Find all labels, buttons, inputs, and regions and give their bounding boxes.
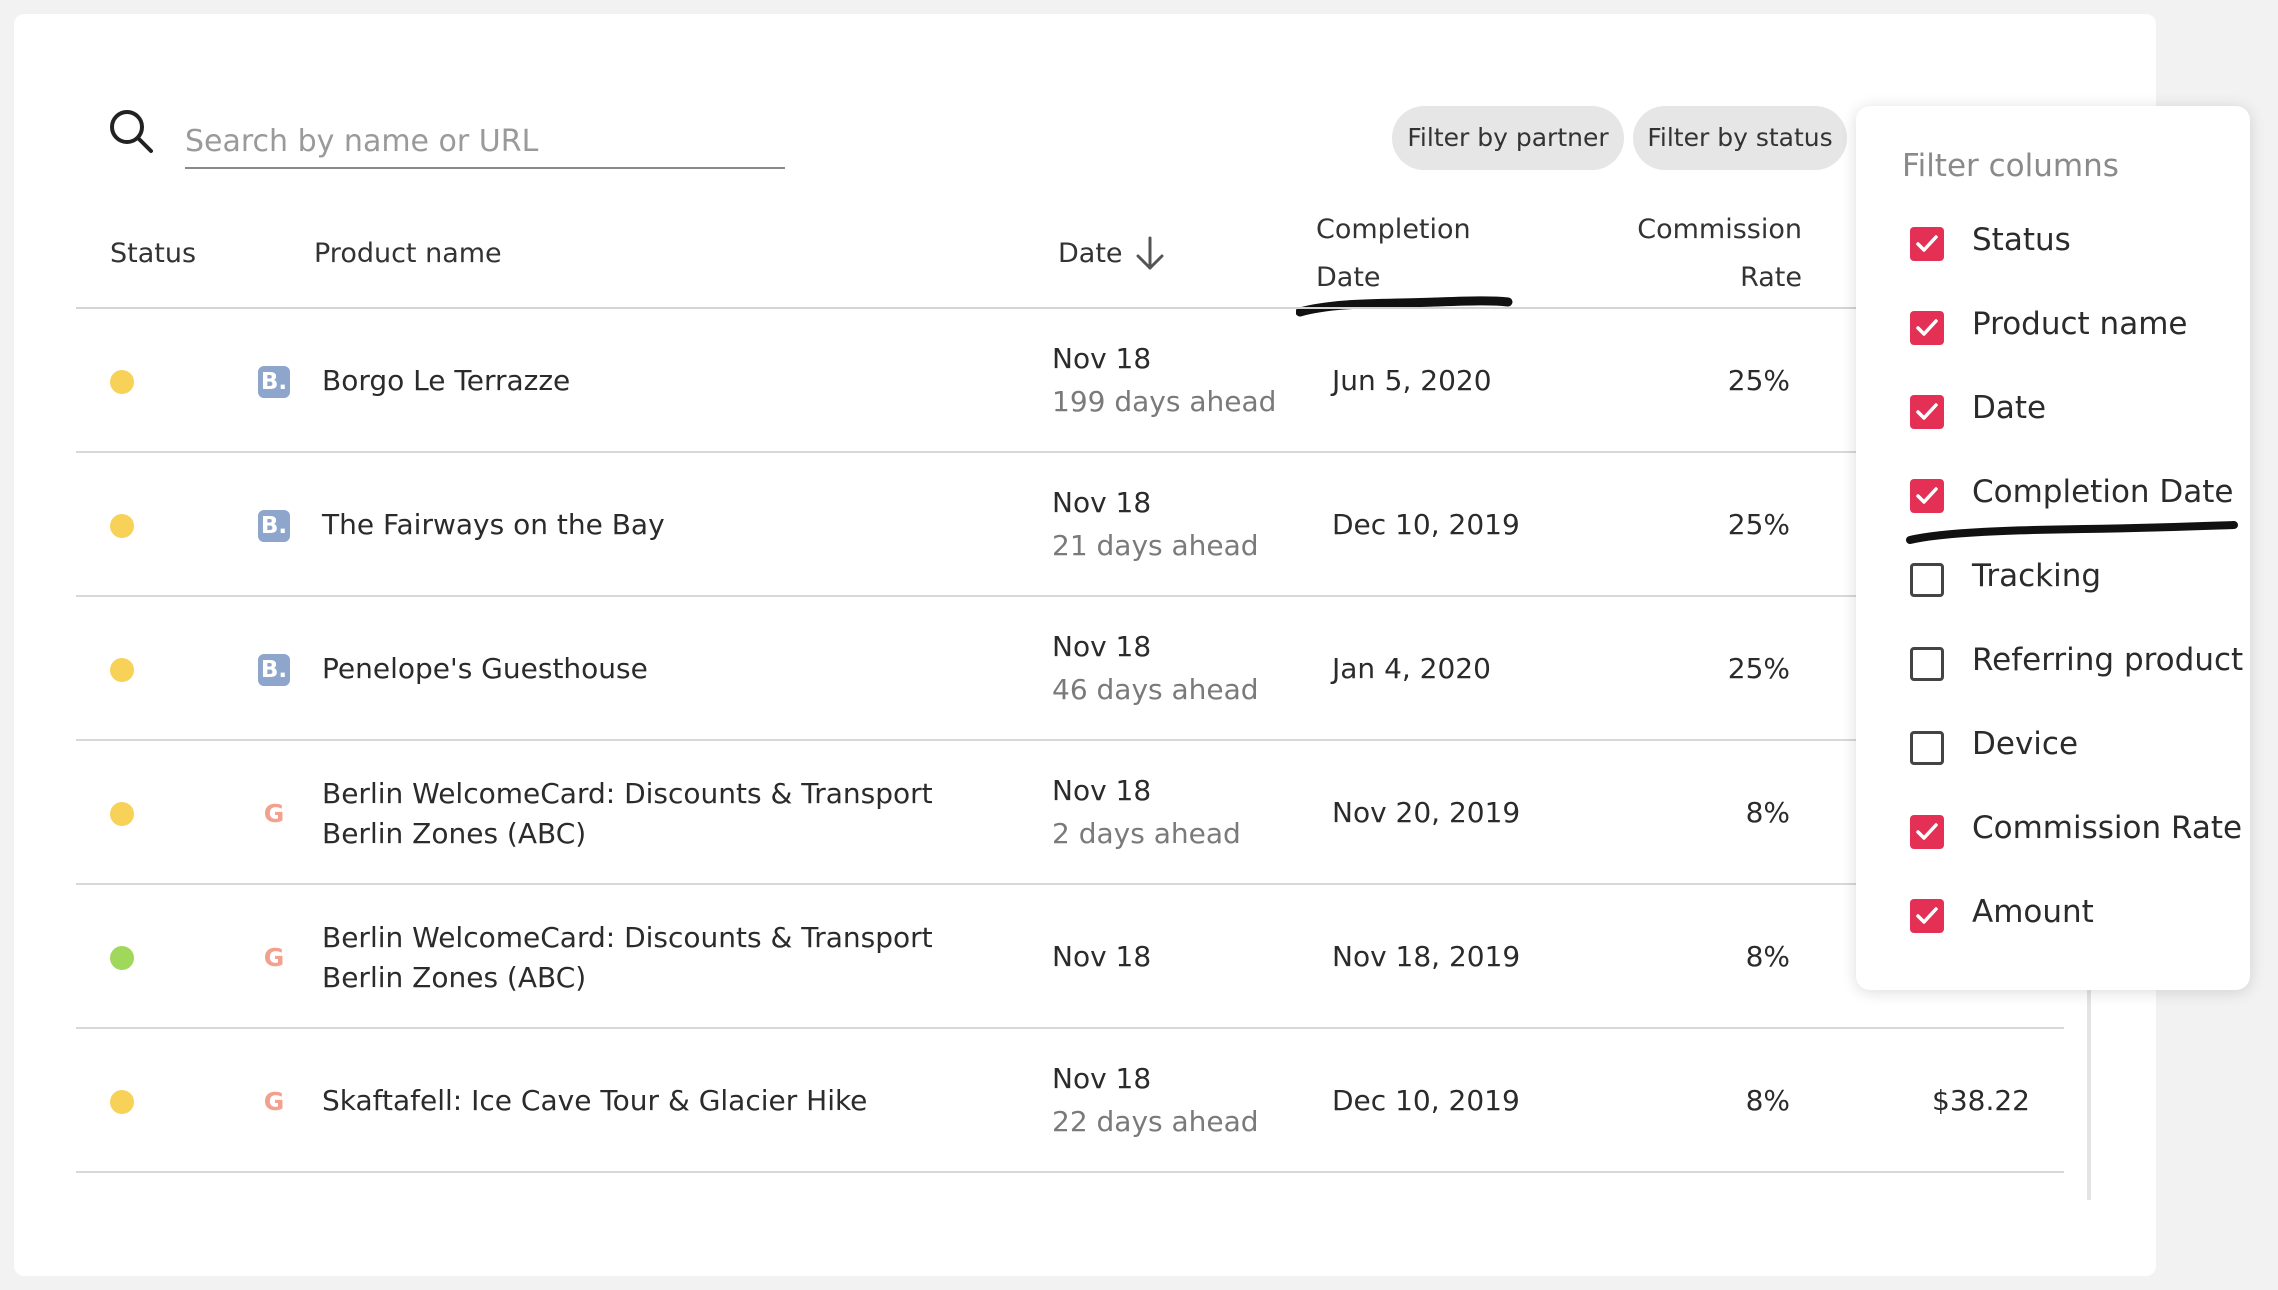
checkbox[interactable] <box>1910 395 1944 429</box>
header-divider <box>76 307 1856 309</box>
row-date: Nov 18 <box>1052 486 1152 519</box>
getyourguide-g-icon: G <box>263 799 285 828</box>
row-date: Nov 18 <box>1052 1062 1152 1095</box>
days-ahead: 22 days ahead <box>1052 1105 1259 1138</box>
product-name[interactable]: Berlin WelcomeCard: Discounts & Transpor… <box>322 774 1002 854</box>
status-dot <box>110 1090 134 1114</box>
annotation-underline-stroke <box>1296 296 1513 317</box>
filter-columns-title: Filter columns <box>1902 148 2119 184</box>
days-ahead: 46 days ahead <box>1052 673 1259 706</box>
row-divider <box>76 1171 2064 1173</box>
row-divider <box>76 739 2064 741</box>
checkmark-icon <box>1916 319 1938 336</box>
header-commission-line1[interactable]: Commission <box>1600 206 1802 254</box>
commission-rate: 8% <box>1745 940 1790 973</box>
row-date: Nov 18 <box>1052 940 1152 973</box>
booking-b-icon: B. <box>258 654 290 686</box>
amount: $38.22 <box>1932 1084 2030 1117</box>
checkmark-icon <box>1916 823 1938 840</box>
row-divider <box>76 883 2064 885</box>
row-divider <box>76 1027 2064 1029</box>
booking-b-icon: B. <box>258 366 290 398</box>
commission-rate: 8% <box>1745 1084 1790 1117</box>
product-name[interactable]: Borgo Le Terrazze <box>322 364 570 397</box>
header-product-name[interactable]: Product name <box>314 230 502 278</box>
column-option-label: Completion Date <box>1972 474 2234 510</box>
status-dot <box>110 802 134 826</box>
completion-date: Nov 20, 2019 <box>1332 796 1521 829</box>
product-name[interactable]: The Fairways on the Bay <box>322 508 665 541</box>
product-name[interactable]: Skaftafell: Ice Cave Tour & Glacier Hike <box>322 1084 867 1117</box>
filter-columns-panel: Filter columns Status Product name Date … <box>1856 106 2250 990</box>
checkbox[interactable] <box>1910 227 1944 261</box>
annotation-underline-stroke <box>1906 521 2238 544</box>
column-option-label: Commission Rate <box>1972 810 2243 846</box>
checkbox[interactable] <box>1910 479 1944 513</box>
getyourguide-g-icon: G <box>263 1087 285 1116</box>
checkmark-icon <box>1916 907 1938 924</box>
row-date: Nov 18 <box>1052 774 1152 807</box>
days-ahead: 199 days ahead <box>1052 385 1277 418</box>
column-option-label: Status <box>1972 222 2071 258</box>
completion-date: Jun 5, 2020 <box>1332 364 1492 397</box>
column-option-label: Product name <box>1972 306 2188 342</box>
commission-rate: 25% <box>1727 652 1790 685</box>
column-option-label: Date <box>1972 390 2047 426</box>
commission-rate: 8% <box>1745 796 1790 829</box>
product-name[interactable]: Penelope's Guesthouse <box>322 652 648 685</box>
filter-by-status-button[interactable]: Filter by status <box>1633 106 1847 170</box>
header-status[interactable]: Status <box>110 230 196 278</box>
row-divider <box>76 595 2064 597</box>
commission-rate: 25% <box>1727 508 1790 541</box>
checkbox[interactable] <box>1910 899 1944 933</box>
completion-date: Dec 10, 2019 <box>1332 1084 1520 1117</box>
search-input[interactable] <box>185 115 785 169</box>
column-option-label: Referring product <box>1972 642 2244 678</box>
status-dot <box>110 514 134 538</box>
days-ahead: 21 days ahead <box>1052 529 1259 562</box>
search-icon[interactable] <box>108 108 154 154</box>
commission-rate: 25% <box>1727 364 1790 397</box>
completion-date: Jan 4, 2020 <box>1332 652 1491 685</box>
checkbox[interactable] <box>1910 731 1944 765</box>
row-date: Nov 18 <box>1052 342 1152 375</box>
checkmark-icon <box>1916 403 1938 420</box>
status-dot <box>110 946 134 970</box>
days-ahead: 2 days ahead <box>1052 817 1241 850</box>
column-option-label: Device <box>1972 726 2079 762</box>
filter-by-partner-button[interactable]: Filter by partner <box>1392 106 1624 170</box>
checkbox[interactable] <box>1910 647 1944 681</box>
status-dot <box>110 370 134 394</box>
header-commission-line2[interactable]: Rate <box>1600 254 1802 302</box>
getyourguide-g-icon: G <box>263 943 285 972</box>
checkbox[interactable] <box>1910 311 1944 345</box>
checkbox[interactable] <box>1910 815 1944 849</box>
header-date[interactable]: Date <box>1058 230 1123 278</box>
table-scrollbar[interactable] <box>2087 990 2091 1200</box>
status-dot <box>110 658 134 682</box>
product-name[interactable]: Berlin WelcomeCard: Discounts & Transpor… <box>322 918 1002 998</box>
row-divider <box>76 451 2064 453</box>
column-option-label: Tracking <box>1972 558 2102 594</box>
column-option-label: Amount <box>1972 894 2094 930</box>
sort-arrow-down-icon[interactable] <box>1134 236 1166 272</box>
row-date: Nov 18 <box>1052 630 1152 663</box>
completion-date: Nov 18, 2019 <box>1332 940 1521 973</box>
completion-date: Dec 10, 2019 <box>1332 508 1520 541</box>
header-completion-line1[interactable]: Completion <box>1316 206 1471 254</box>
checkmark-icon <box>1916 235 1938 252</box>
booking-b-icon: B. <box>258 510 290 542</box>
checkbox[interactable] <box>1910 563 1944 597</box>
checkmark-icon <box>1916 487 1938 504</box>
